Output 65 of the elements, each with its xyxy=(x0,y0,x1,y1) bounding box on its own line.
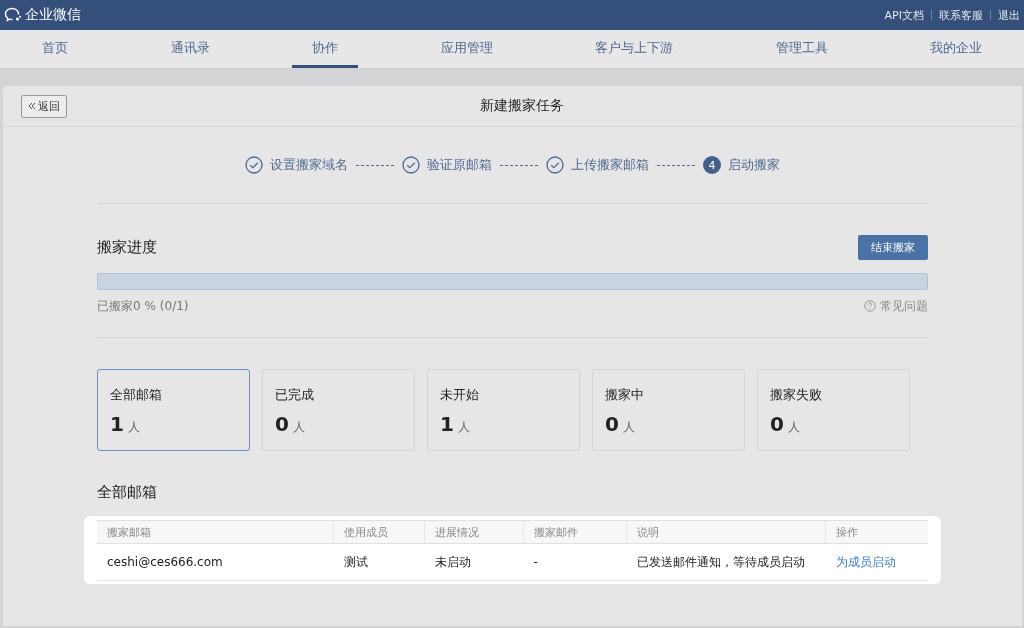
step-label: 启动搬家 xyxy=(728,156,780,174)
stat-label: 搬家中 xyxy=(605,387,645,404)
column-header: 搬家邮件 xyxy=(523,520,627,544)
table-cell: 未启动 xyxy=(424,543,524,581)
start-for-member-link[interactable]: 为成员启动 xyxy=(835,554,896,569)
stat-unit: 人 xyxy=(292,419,305,436)
page-title: 新建搬家任务 xyxy=(479,97,564,115)
stat-value: 0 xyxy=(275,412,289,436)
stat-value: 0 xyxy=(605,412,619,436)
step-label: 验证原邮箱 xyxy=(427,156,492,174)
stat-card[interactable]: 搬家失败 0 人 xyxy=(757,369,910,451)
top-link[interactable]: 退出 xyxy=(998,7,1020,23)
stat-label: 未开始 xyxy=(440,387,480,404)
table-cell: 测试 xyxy=(333,543,425,581)
check-circle-icon xyxy=(245,156,263,174)
nav-tab[interactable]: 首页 xyxy=(22,30,88,68)
section-heading: 全部邮箱 xyxy=(97,483,158,502)
progress-count: (0/1) xyxy=(159,298,189,313)
column-header: 进展情况 xyxy=(424,520,524,544)
stat-unit: 人 xyxy=(622,419,635,436)
nav-tab[interactable]: 我的企业 xyxy=(910,30,1002,68)
step-connector xyxy=(657,164,695,166)
end-migration-button[interactable]: 结束搬家 xyxy=(858,234,928,260)
table-cell: ceshi@ces666.com xyxy=(97,543,334,581)
stat-unit: 人 xyxy=(787,419,800,436)
step-connector xyxy=(500,164,538,166)
step-connector xyxy=(356,164,394,166)
top-link[interactable]: API文档 xyxy=(884,7,924,23)
nav-tab[interactable]: 客户与上下游 xyxy=(575,30,693,68)
stat-label: 全部邮箱 xyxy=(110,387,163,404)
stat-value: 1 xyxy=(110,412,124,436)
column-header: 搬家邮箱 xyxy=(97,520,334,544)
stat-label: 已完成 xyxy=(275,387,315,404)
table-cell: 已发送邮件通知，等待成员启动 xyxy=(626,543,826,581)
nav-tab[interactable]: 协作 xyxy=(292,30,358,68)
stat-value: 1 xyxy=(440,412,454,436)
nav-tab[interactable]: 应用管理 xyxy=(420,30,513,68)
back-button[interactable]: 返回 xyxy=(21,94,67,118)
stat-unit: 人 xyxy=(127,419,140,436)
check-circle-icon xyxy=(546,156,564,174)
nav-tab[interactable]: 管理工具 xyxy=(755,30,848,68)
stat-card[interactable]: 搬家中 0 人 xyxy=(592,369,745,451)
stat-card[interactable]: 全部邮箱 1 人 xyxy=(97,369,250,451)
table-cell: - xyxy=(523,543,627,581)
stat-unit: 人 xyxy=(457,419,470,436)
step-number: 4 xyxy=(703,156,721,174)
stat-label: 搬家失败 xyxy=(770,387,823,404)
chat-bubbles-icon xyxy=(4,7,22,23)
step-label: 上传搬家邮箱 xyxy=(571,156,649,174)
nav-tab[interactable]: 通讯录 xyxy=(150,30,230,68)
column-header: 使用成员 xyxy=(333,520,425,544)
progress-percent: 已搬家0 % xyxy=(97,298,156,313)
app-logo-text: 企业微信 xyxy=(25,6,81,24)
help-link[interactable]: 常见问题 xyxy=(880,297,928,315)
stat-card[interactable]: 已完成 0 人 xyxy=(262,369,415,451)
step-label: 设置搬家域名 xyxy=(270,156,348,174)
column-header: 说明 xyxy=(626,520,826,544)
double-chevron-left-icon xyxy=(28,102,36,110)
top-link[interactable]: 联系客服 xyxy=(939,7,983,23)
check-circle-icon xyxy=(402,156,420,174)
stat-card[interactable]: 未开始 1 人 xyxy=(427,369,580,451)
section-heading: 搬家进度 xyxy=(97,237,157,257)
column-header: 操作 xyxy=(825,520,928,544)
question-circle-icon xyxy=(864,300,876,312)
stat-value: 0 xyxy=(770,412,784,436)
